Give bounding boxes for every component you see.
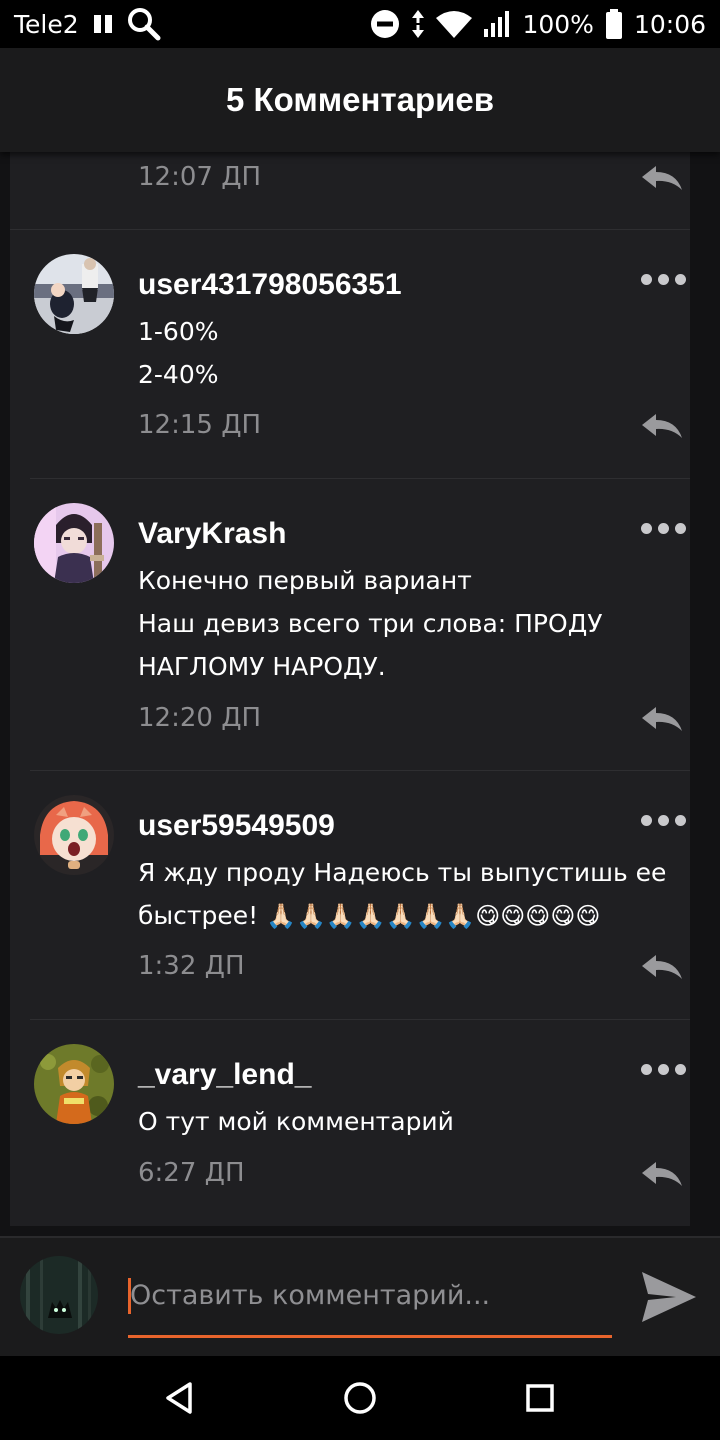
clock: 10:06 bbox=[633, 9, 706, 39]
reply-icon[interactable] bbox=[640, 164, 684, 192]
comment-time: 6:27 ДП bbox=[138, 1158, 245, 1188]
home-icon[interactable] bbox=[340, 1378, 380, 1418]
comment-line: Наш девиз всего три слова: ПРОДУ bbox=[138, 609, 603, 638]
comment-time: 12:07 ДП bbox=[138, 162, 262, 192]
back-icon[interactable] bbox=[160, 1378, 200, 1418]
comment-text: О тут мой комментарий bbox=[138, 1100, 678, 1143]
recents-icon[interactable] bbox=[520, 1378, 560, 1418]
comment-time: 1:32 ДП bbox=[138, 951, 245, 981]
comment-composer: Оставить комментарий... bbox=[0, 1236, 720, 1356]
comment-item: VaryKrash Конечно первый вариант Наш дев… bbox=[30, 479, 690, 771]
do-not-disturb-icon bbox=[370, 9, 400, 39]
comment-item-partial: 12:07 ДП bbox=[10, 152, 690, 230]
reply-icon[interactable] bbox=[640, 412, 684, 440]
more-options-icon[interactable] bbox=[641, 523, 686, 534]
wifi-icon bbox=[436, 10, 473, 38]
my-avatar bbox=[20, 1256, 98, 1334]
comment-text: 1-60% 2-40% bbox=[138, 310, 678, 396]
comment-item: _vary_lend_ О тут мой комментарий 6:27 Д… bbox=[30, 1020, 690, 1226]
comment-list: 12:07 ДП user431798056351 1-60% 2-40% 12… bbox=[10, 152, 690, 1226]
header: 5 Комментариев bbox=[0, 48, 720, 152]
signal-icon bbox=[484, 11, 510, 37]
avatar[interactable] bbox=[34, 254, 114, 334]
comment-username[interactable]: user431798056351 bbox=[138, 268, 402, 302]
page-title: 5 Комментариев bbox=[225, 81, 495, 118]
comment-input-placeholder: Оставить комментарий... bbox=[130, 1280, 491, 1311]
more-options-icon[interactable] bbox=[641, 274, 686, 285]
search-icon bbox=[127, 7, 161, 41]
comment-line: НАГЛОМУ НАРОДУ. bbox=[138, 652, 386, 681]
send-icon[interactable] bbox=[640, 1270, 698, 1324]
avatar[interactable] bbox=[34, 1044, 114, 1124]
comment-item: user59549509 Я жду проду Надеюсь ты выпу… bbox=[30, 771, 690, 1020]
avatar[interactable] bbox=[34, 503, 114, 583]
comment-time: 12:20 ДП bbox=[138, 703, 262, 733]
more-options-icon[interactable] bbox=[641, 1064, 686, 1075]
battery-icon bbox=[605, 9, 622, 39]
status-bar: Tele2 100% 10:06 bbox=[0, 0, 720, 48]
comment-line: О тут мой комментарий bbox=[138, 1107, 454, 1136]
comment-username[interactable]: user59549509 bbox=[138, 809, 335, 843]
comment-input[interactable]: Оставить комментарий... bbox=[128, 1268, 612, 1338]
reply-icon[interactable] bbox=[640, 953, 684, 981]
comment-username[interactable]: VaryKrash bbox=[138, 517, 286, 551]
battery-percent: 100% bbox=[522, 9, 594, 39]
comment-text: Конечно первый вариант Наш девиз всего т… bbox=[138, 559, 678, 688]
comment-line-with-emoji: быстрее! 🙏🏻🙏🏻🙏🏻🙏🏻🙏🏻🙏🏻🙏🏻😋😋😋😋😋 bbox=[138, 894, 678, 938]
comment-line: 1-60% bbox=[138, 317, 219, 346]
data-arrows-icon bbox=[412, 10, 425, 38]
comment-username[interactable]: _vary_lend_ bbox=[138, 1058, 311, 1092]
system-nav-bar bbox=[0, 1356, 720, 1440]
reply-icon[interactable] bbox=[640, 1160, 684, 1188]
reply-icon[interactable] bbox=[640, 705, 684, 733]
comment-item: user431798056351 1-60% 2-40% 12:15 ДП bbox=[30, 230, 690, 479]
sim-card-icon bbox=[93, 14, 113, 34]
comment-time: 12:15 ДП bbox=[138, 410, 262, 440]
comment-line: Конечно первый вариант bbox=[138, 566, 472, 595]
comment-line: быстрее! bbox=[138, 901, 259, 930]
comment-text: Я жду проду Надеюсь ты выпустишь ее быст… bbox=[138, 851, 678, 938]
comment-line: 2-40% bbox=[138, 360, 219, 389]
more-options-icon[interactable] bbox=[641, 815, 686, 826]
avatar[interactable] bbox=[34, 795, 114, 875]
emoji-sequence: 🙏🏻🙏🏻🙏🏻🙏🏻🙏🏻🙏🏻🙏🏻😋😋😋😋😋 bbox=[266, 902, 601, 930]
carrier-label: Tele2 bbox=[14, 9, 79, 39]
comment-line: Я жду проду Надеюсь ты выпустишь ее bbox=[138, 858, 667, 887]
comments-scroll-area[interactable]: 12:07 ДП user431798056351 1-60% 2-40% 12… bbox=[0, 152, 720, 1236]
